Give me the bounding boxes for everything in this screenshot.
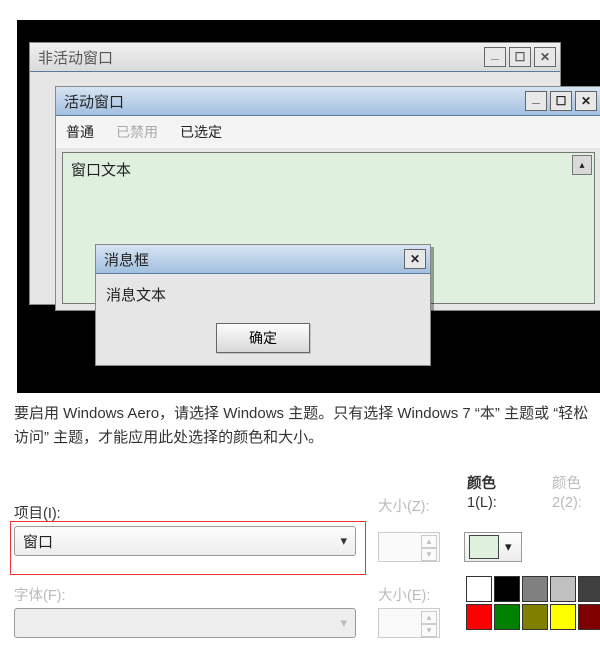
spinner-up-icon: ▴: [421, 535, 437, 548]
palette-swatch[interactable]: [522, 604, 548, 630]
messagebox-body: 消息文本: [96, 274, 430, 315]
palette-swatch[interactable]: [550, 604, 576, 630]
item-label: 项目(I):: [14, 502, 61, 523]
palette-swatch[interactable]: [578, 576, 600, 602]
menu-selected[interactable]: 已选定: [180, 122, 222, 142]
active-window-title: 活动窗口: [64, 91, 124, 112]
color-header: 颜色: [467, 472, 496, 493]
minimize-icon[interactable]: [525, 91, 547, 111]
color1-label: 1(L):: [467, 495, 497, 511]
document-text: 窗口文本: [63, 153, 594, 186]
palette-swatch[interactable]: [466, 604, 492, 630]
menu-normal[interactable]: 普通: [66, 122, 94, 142]
description-text: 要启用 Windows Aero，请选择 Windows 主题。只有选择 Win…: [14, 402, 589, 450]
maximize-icon[interactable]: [509, 47, 531, 67]
palette-swatch[interactable]: [522, 576, 548, 602]
inactive-window-title: 非活动窗口: [38, 47, 113, 68]
font-combo: [14, 608, 356, 638]
color1-combo[interactable]: [464, 532, 522, 562]
menu-disabled: 已禁用: [116, 122, 158, 142]
palette-swatch[interactable]: [494, 604, 520, 630]
color1-swatch: [469, 535, 499, 559]
close-icon[interactable]: [404, 249, 426, 269]
close-icon[interactable]: [534, 47, 556, 67]
size-z-spinner: ▴ ▾: [378, 532, 440, 562]
messagebox-title: 消息框: [104, 249, 149, 270]
ok-button[interactable]: 确定: [216, 323, 310, 353]
palette-swatch[interactable]: [578, 604, 600, 630]
size-e-spinner: ▴ ▾: [378, 608, 440, 638]
palette-swatch[interactable]: [550, 576, 576, 602]
menubar: 普通 已禁用 已选定: [56, 116, 600, 148]
spinner-down-icon: ▾: [421, 548, 437, 561]
messagebox: 消息框 消息文本 确定: [95, 244, 431, 366]
spinner-up-icon: ▴: [421, 611, 437, 624]
font-label: 字体(F):: [14, 584, 66, 605]
color-palette[interactable]: [466, 576, 600, 630]
scroll-up-icon[interactable]: [572, 155, 592, 175]
color2-header: 颜色: [552, 472, 581, 493]
palette-swatch[interactable]: [494, 576, 520, 602]
size-e-label: 大小(E):: [378, 584, 430, 605]
spinner-down-icon: ▾: [421, 624, 437, 637]
minimize-icon[interactable]: [484, 47, 506, 67]
item-combo[interactable]: 窗口: [14, 526, 356, 556]
item-combo-value: 窗口: [23, 531, 53, 552]
palette-swatch[interactable]: [466, 576, 492, 602]
close-icon[interactable]: [575, 91, 597, 111]
maximize-icon[interactable]: [550, 91, 572, 111]
preview-panel: 非活动窗口 活动窗口 普通 已禁用 已选: [17, 20, 600, 393]
size-z-label: 大小(Z):: [378, 495, 430, 516]
color2-label: 2(2):: [552, 495, 582, 511]
